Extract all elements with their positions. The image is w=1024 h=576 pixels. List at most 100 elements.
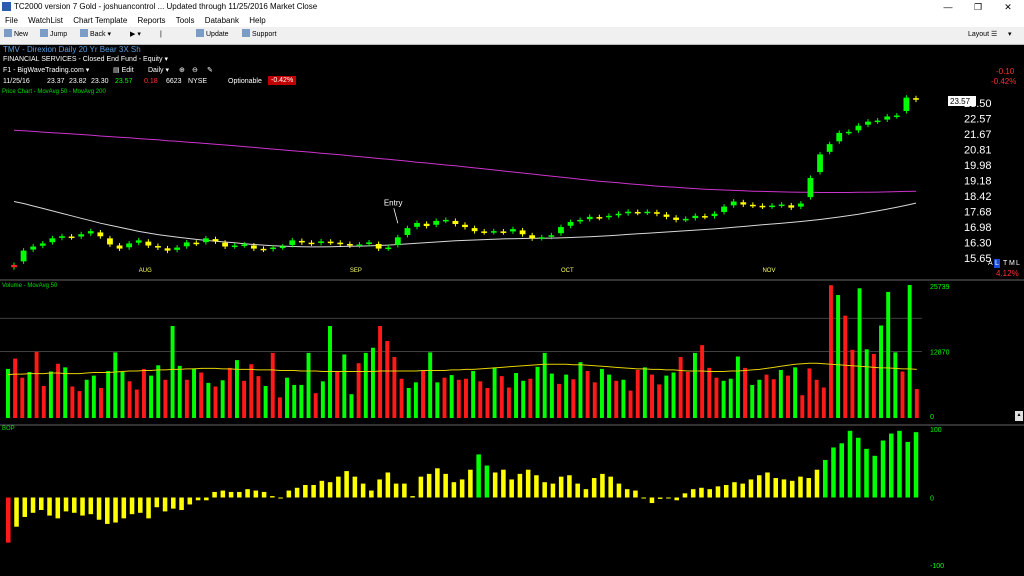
volume-bar xyxy=(614,380,619,418)
menu-help[interactable]: Help xyxy=(249,16,265,25)
title-bar: TC2000 version 7 Gold - joshuancontrol .… xyxy=(0,0,1024,14)
bop-bar xyxy=(344,471,349,498)
maximize-button[interactable]: ❐ xyxy=(964,0,992,14)
candle-body xyxy=(289,240,296,245)
volume-bar xyxy=(557,383,561,418)
candle-body xyxy=(836,132,843,142)
bop-bar xyxy=(690,489,696,498)
volume-bar xyxy=(635,369,640,418)
candle-body xyxy=(663,214,670,217)
candle-body xyxy=(893,115,900,117)
entry-pointer xyxy=(393,208,399,224)
menu-chart-template[interactable]: Chart Template xyxy=(73,16,127,25)
volume-bar xyxy=(13,358,18,418)
volume-bar xyxy=(428,352,433,418)
volume-bar xyxy=(77,391,82,418)
volume-bar xyxy=(836,295,841,418)
candle-body xyxy=(193,242,200,245)
volume-bar xyxy=(685,372,690,418)
volume-bar xyxy=(91,375,96,418)
menu-reports[interactable]: Reports xyxy=(138,16,166,25)
volume-bar xyxy=(592,382,597,418)
update-icon xyxy=(196,29,204,37)
menu-tools[interactable]: Tools xyxy=(176,16,195,25)
volume-bar xyxy=(242,380,247,418)
price-tick-label: 15.65 xyxy=(964,253,992,265)
volume-bar xyxy=(435,382,440,418)
new-button[interactable]: New xyxy=(2,29,30,41)
volume-bar xyxy=(385,341,390,418)
volume-bar xyxy=(843,315,848,418)
bop-bar xyxy=(311,484,316,498)
volume-bar xyxy=(134,389,139,418)
forward-button[interactable]: ▶ ▾ xyxy=(128,29,143,41)
bop-bar xyxy=(154,497,160,508)
menu-watchlist[interactable]: WatchList xyxy=(28,16,63,25)
layout-button[interactable]: Layout ☰ xyxy=(966,29,999,41)
candle-body xyxy=(126,243,133,248)
support-button[interactable]: Support xyxy=(240,29,279,41)
bop-bar xyxy=(822,459,828,498)
volume-bar xyxy=(328,326,332,418)
candle-body xyxy=(174,247,181,250)
update-button[interactable]: Update xyxy=(194,29,231,41)
volume-bar xyxy=(750,384,755,418)
volume-bar xyxy=(828,285,833,418)
jump-button[interactable]: Jump xyxy=(38,29,69,41)
bop-bar xyxy=(88,497,94,515)
minimize-button[interactable]: — xyxy=(934,0,962,14)
volume-bar xyxy=(306,352,311,418)
volume-bar xyxy=(342,354,347,418)
bop-bar xyxy=(789,480,795,498)
menu-file[interactable]: File xyxy=(5,16,18,25)
volume-bar xyxy=(263,385,268,418)
candle-body xyxy=(577,219,584,222)
bop-bar xyxy=(385,472,391,498)
candle-body xyxy=(414,222,420,227)
close-button[interactable]: ✕ xyxy=(994,0,1022,14)
price-tick-label: 19.18 xyxy=(964,176,992,188)
bop-bar xyxy=(484,465,490,498)
bop-bar xyxy=(377,479,382,498)
volume-bar xyxy=(814,379,819,418)
bop-bar xyxy=(616,483,622,498)
price-tick-label: 19.98 xyxy=(964,160,992,172)
bop-bar xyxy=(682,493,688,498)
volume-bar xyxy=(335,370,340,418)
bop-bar xyxy=(443,473,448,498)
bop-bar xyxy=(608,476,613,498)
volume-bar xyxy=(800,395,805,418)
candle-body xyxy=(375,243,382,249)
new-icon xyxy=(4,29,12,37)
bop-bar xyxy=(179,497,184,511)
candle-body xyxy=(759,205,766,208)
chart-area[interactable]: TMV - Direxion Daily 20 Yr Bear 3X Sh FI… xyxy=(0,45,1024,576)
candle-body xyxy=(442,219,449,222)
candle-body xyxy=(826,144,833,152)
volume-bar xyxy=(184,379,189,418)
volume-bar xyxy=(292,384,297,418)
layout-dropdown[interactable]: ▾ xyxy=(1006,29,1014,41)
candle-body xyxy=(740,202,747,205)
candle-body xyxy=(654,212,660,214)
support-icon xyxy=(242,29,250,37)
volume-bar xyxy=(320,381,325,418)
bop-bar xyxy=(286,490,292,498)
bop-bar xyxy=(261,491,267,498)
bop-bar xyxy=(459,479,465,498)
jump-icon xyxy=(40,29,48,37)
volume-bar xyxy=(478,381,483,418)
candle-body xyxy=(538,237,545,239)
menu-databank[interactable]: Databank xyxy=(205,16,239,25)
volume-bar xyxy=(700,345,705,418)
back-button[interactable]: Back ▾ xyxy=(78,29,113,41)
volume-bar xyxy=(56,363,61,418)
candle-body xyxy=(529,235,536,239)
volume-bar xyxy=(628,390,633,418)
volume-bar xyxy=(63,367,68,418)
candle-body xyxy=(298,240,305,243)
candle-body xyxy=(231,245,238,247)
bop-bar xyxy=(550,483,556,498)
price-tick-label: 16.30 xyxy=(964,238,992,250)
entry-annotation: Entry xyxy=(384,198,403,207)
